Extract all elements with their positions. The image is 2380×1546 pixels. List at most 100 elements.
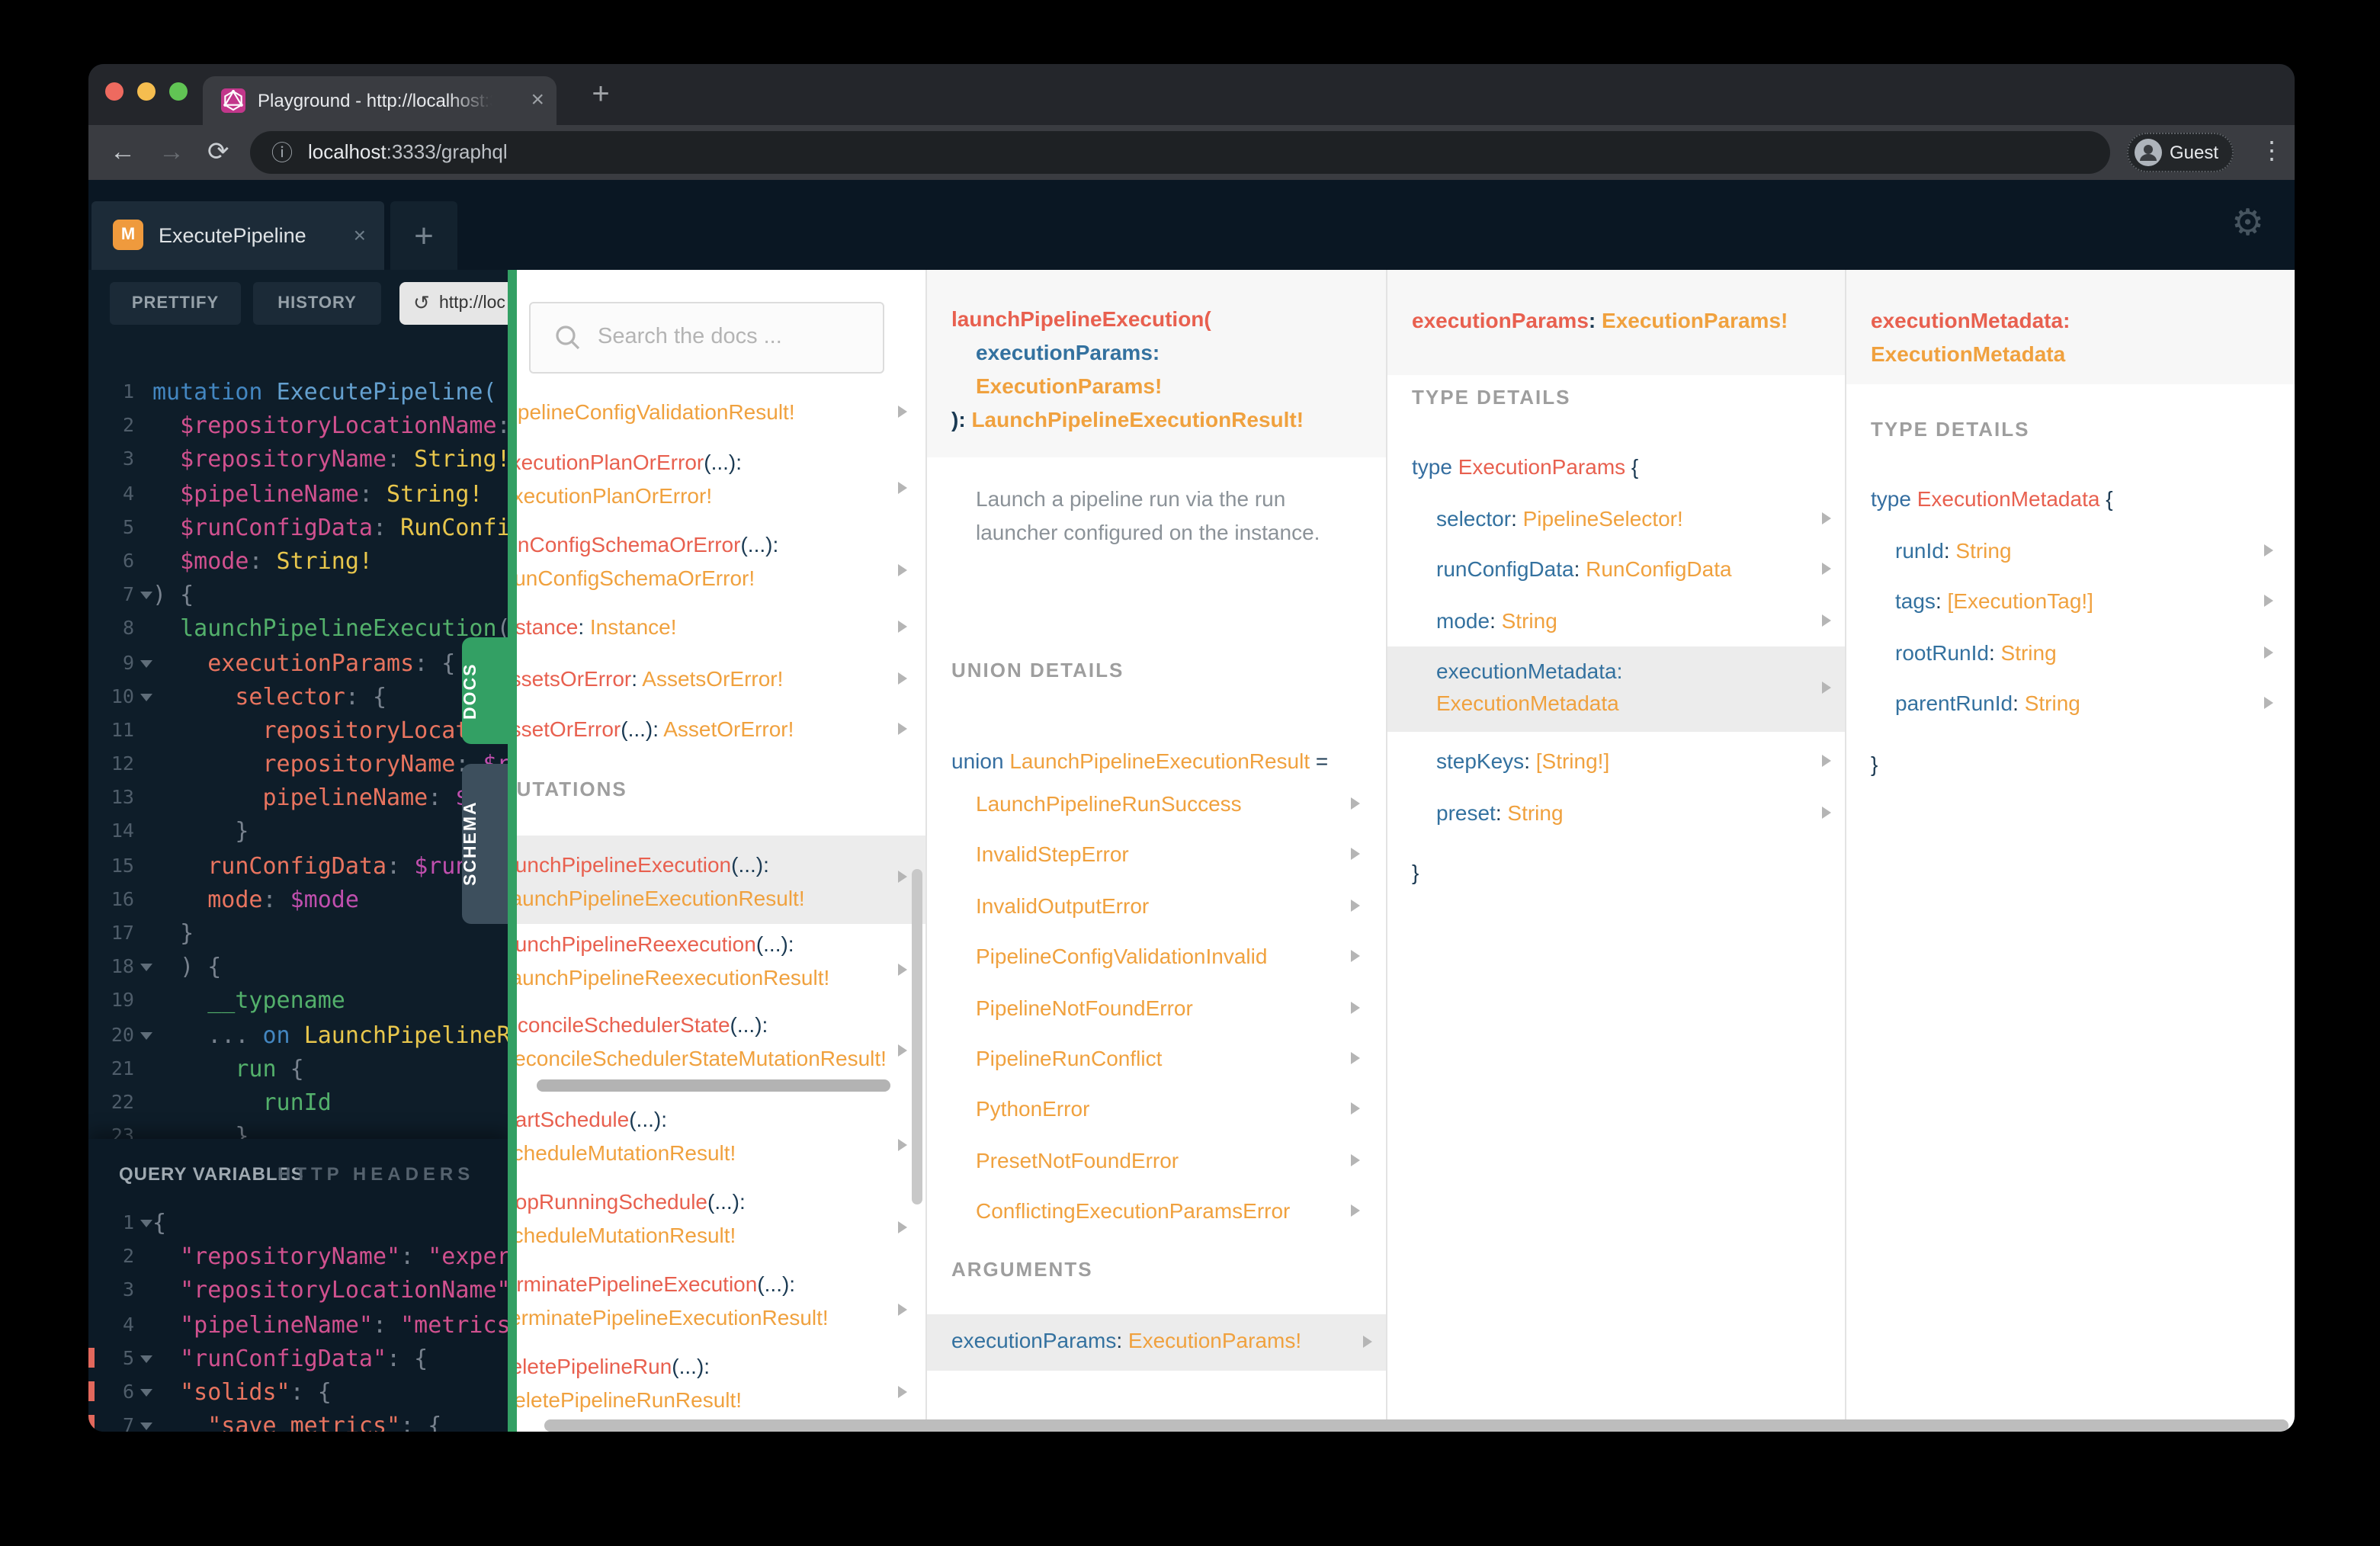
docs-search-input[interactable]: Search the docs ...	[529, 302, 884, 374]
code-line[interactable]: 7 "save_metrics": {	[88, 1409, 508, 1432]
union-member-item[interactable]: PipelineConfigValidationInvalid	[976, 941, 1387, 973]
doc-list-item[interactable]: terminatePipelineExecution(...): Termina…	[517, 1269, 925, 1334]
code-line[interactable]: 15 runConfigData: $runConfigData	[88, 848, 508, 882]
type-field-item[interactable]: preset: String	[1436, 797, 1846, 829]
query-variables-tab[interactable]: QUERY VARIABLES	[119, 1154, 304, 1194]
add-workspace-tab-button[interactable]: +	[390, 201, 457, 270]
type-field-item[interactable]: runId: String	[1895, 535, 2295, 568]
browser-menu-button[interactable]: ⋮	[2260, 125, 2284, 180]
query-editor[interactable]: 1 mutation ExecutePipeline(2 $repositoryL…	[88, 375, 508, 1153]
union-member-item[interactable]: PythonError	[976, 1094, 1387, 1127]
endpoint-chip[interactable]: ↺ http://loc	[399, 282, 508, 325]
browser-tab[interactable]: Playground - http://localhost:3 ×	[203, 76, 557, 125]
union-member-item[interactable]: PresetNotFoundError	[976, 1145, 1387, 1178]
fold-arrow-icon[interactable]	[140, 1031, 152, 1040]
expand-arrow-icon[interactable]	[898, 1386, 907, 1398]
tab-close-icon[interactable]: ×	[531, 76, 544, 125]
settings-gear-icon[interactable]: ⚙	[2231, 201, 2264, 245]
fold-arrow-icon[interactable]	[140, 659, 152, 667]
variables-editor[interactable]: 1{2 "repositoryName": "exper 3 "repositor…	[88, 1206, 508, 1432]
url-bar[interactable]: ⓘ localhost:3333/graphql	[250, 131, 2110, 174]
code-line[interactable]: 9 executionParams: {	[88, 646, 508, 679]
fold-arrow-icon[interactable]	[140, 964, 152, 972]
union-member-item[interactable]: ConflictingExecutionParamsError	[976, 1195, 1387, 1228]
zoom-window-button[interactable]	[169, 82, 188, 101]
code-line[interactable]: 19 __typename	[88, 984, 508, 1018]
union-member-item[interactable]: PipelineRunConflict	[976, 1043, 1387, 1076]
expand-arrow-icon[interactable]	[2264, 646, 2273, 659]
fold-arrow-icon[interactable]	[140, 1388, 152, 1397]
expand-arrow-icon[interactable]	[1351, 1153, 1360, 1166]
code-line[interactable]: 16 mode: $mode	[88, 883, 508, 916]
type-field-item[interactable]: parentRunId: String	[1895, 688, 2295, 720]
expand-arrow-icon[interactable]	[1822, 512, 1831, 524]
reload-button[interactable]: ⟳	[207, 125, 229, 180]
history-button[interactable]: HISTORY	[253, 282, 381, 325]
doc-list-item[interactable]: stopRunningSchedule(...): ScheduleMutati…	[517, 1186, 925, 1252]
fold-arrow-icon[interactable]	[140, 1423, 152, 1431]
code-line[interactable]: 4 "pipelineName": "metrics	[88, 1307, 508, 1341]
code-line[interactable]: 5 "runConfigData": {	[88, 1342, 508, 1375]
type-field-item[interactable]: rootRunId: String	[1895, 637, 2295, 670]
expand-arrow-icon[interactable]	[1351, 848, 1360, 861]
type-field-item[interactable]: executionMetadata: ExecutionMetadata	[1387, 646, 1846, 733]
expand-arrow-icon[interactable]	[898, 1044, 907, 1057]
expand-arrow-icon[interactable]	[1363, 1336, 1372, 1348]
expand-arrow-icon[interactable]	[2264, 544, 2273, 556]
code-line[interactable]: 6 "solids": {	[88, 1375, 508, 1409]
docs-column-hscrollbar[interactable]	[537, 1079, 890, 1092]
expand-arrow-icon[interactable]	[898, 723, 907, 735]
back-button[interactable]: ←	[110, 125, 136, 180]
code-line[interactable]: 8 launchPipelineExecution(	[88, 612, 508, 646]
code-line[interactable]: 5 $runConfigData: RunConfigData	[88, 511, 508, 544]
doc-list-item[interactable]: reconcileSchedulerState(...): ReconcileS…	[517, 1009, 925, 1075]
code-line[interactable]: 3 $repositoryName: String!	[88, 443, 508, 476]
minimize-window-button[interactable]	[137, 82, 156, 101]
code-line[interactable]: 13 pipelineName: $pipelineName	[88, 781, 508, 815]
type-field-item[interactable]: mode: String	[1436, 605, 1846, 638]
workspace-tab-close-icon[interactable]: ×	[354, 201, 366, 270]
doc-list-item[interactable]: runConfigSchemaOrError(...): RunConfigSc…	[517, 529, 925, 595]
doc-list-item[interactable]: launchPipelineReexecution(...): LaunchPi…	[517, 929, 925, 994]
expand-arrow-icon[interactable]	[898, 672, 907, 685]
expand-arrow-icon[interactable]	[898, 621, 907, 633]
code-line[interactable]: 6 $mode: String!	[88, 544, 508, 578]
doc-list-item[interactable]: launchPipelineExecution(...): LaunchPipe…	[517, 836, 925, 924]
code-line[interactable]: 12 repositoryName: $repositoryName	[88, 747, 508, 781]
code-line[interactable]: 2 "repositoryName": "exper	[88, 1240, 508, 1273]
argument-item[interactable]: executionParams: ExecutionParams!	[927, 1314, 1387, 1371]
http-headers-tab[interactable]: HTTP HEADERS	[277, 1154, 474, 1194]
type-field-item[interactable]: runConfigData: RunConfigData	[1436, 554, 1846, 587]
expand-arrow-icon[interactable]	[898, 482, 907, 494]
code-line[interactable]: 3 "repositoryLocationName"	[88, 1274, 508, 1307]
code-line[interactable]: 14 }	[88, 815, 508, 848]
workspace-tab[interactable]: M ExecutePipeline ×	[91, 201, 384, 270]
code-line[interactable]: 7) {	[88, 578, 508, 611]
code-line[interactable]: 18 ) {	[88, 950, 508, 983]
expand-arrow-icon[interactable]	[1351, 1102, 1360, 1115]
expand-arrow-icon[interactable]	[898, 564, 907, 576]
forward-button[interactable]: →	[159, 125, 184, 180]
expand-arrow-icon[interactable]	[1351, 797, 1360, 810]
type-field-item[interactable]: stepKeys: [String!]	[1436, 746, 1846, 778]
expand-arrow-icon[interactable]	[1822, 806, 1831, 819]
expand-arrow-icon[interactable]	[1822, 682, 1831, 694]
union-member-item[interactable]: PipelineNotFoundError	[976, 992, 1387, 1025]
docs-side-tab[interactable]: DOCS	[462, 637, 508, 744]
expand-arrow-icon[interactable]	[898, 1139, 907, 1151]
fold-arrow-icon[interactable]	[140, 693, 152, 701]
fold-arrow-icon[interactable]	[140, 1220, 152, 1227]
expand-arrow-icon[interactable]	[898, 964, 907, 976]
close-window-button[interactable]	[105, 82, 123, 101]
expand-arrow-icon[interactable]	[898, 1304, 907, 1316]
expand-arrow-icon[interactable]	[1351, 950, 1360, 963]
type-field-item[interactable]: tags: [ExecutionTag!]	[1895, 586, 2295, 619]
doc-list-item[interactable]: executionPlanOrError(...): ExecutionPlan…	[517, 447, 925, 512]
doc-list-item[interactable]: assetOrError(...): AssetOrError!	[517, 714, 925, 746]
site-info-icon[interactable]: ⓘ	[271, 131, 293, 174]
expand-arrow-icon[interactable]	[1351, 1204, 1360, 1217]
union-member-item[interactable]: InvalidStepError	[976, 839, 1387, 872]
fold-arrow-icon[interactable]	[140, 592, 152, 600]
code-line[interactable]: 22 runId	[88, 1086, 508, 1119]
type-field-item[interactable]: selector: PipelineSelector!	[1436, 503, 1846, 536]
